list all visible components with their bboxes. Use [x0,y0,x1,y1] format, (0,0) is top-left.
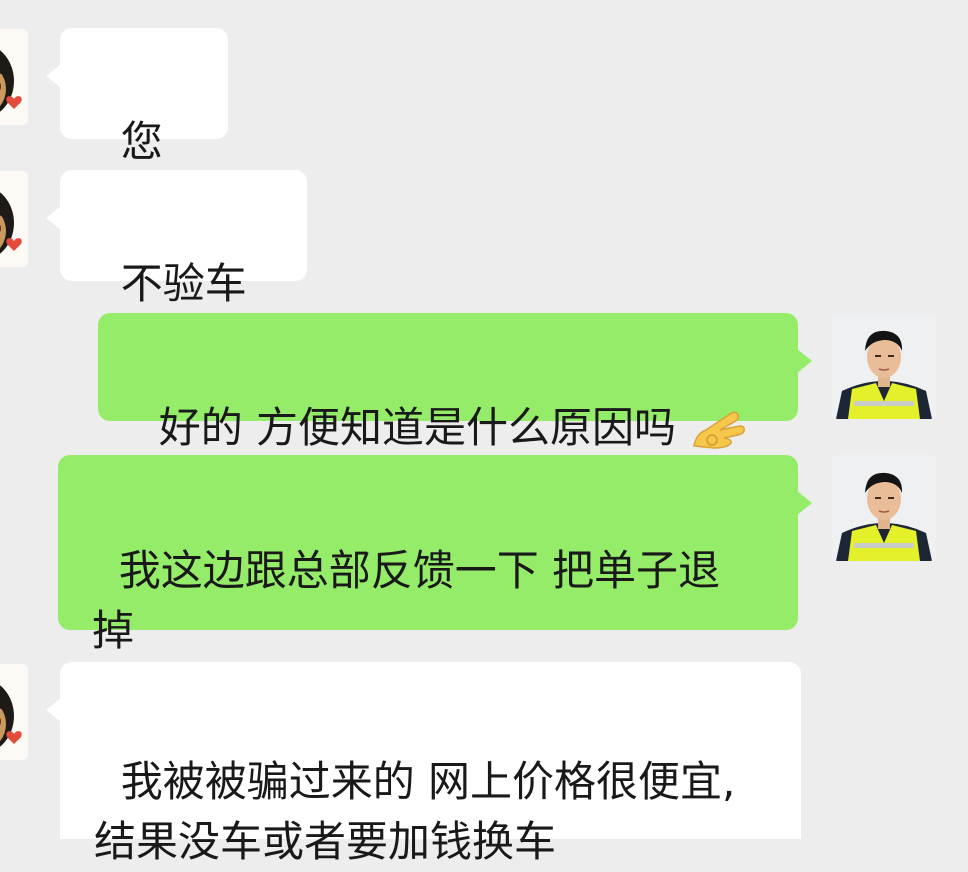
message-text: 我被被骗过来的 网上价格很便宜, 结果没车或者要加钱换车 [94,757,736,866]
incoming-message-bubble[interactable]: 您好 [46,28,228,226]
agent-avatar[interactable] [832,455,936,561]
incoming-message-bubble[interactable]: 我被被骗过来的 网上价格很便宜, 结果没车或者要加钱换车 [46,662,801,866]
outgoing-message-bubble[interactable]: 我这边跟总部反馈一下 把单子退 掉 [58,455,812,655]
contact-avatar[interactable] [0,29,28,125]
incoming-message-bubble[interactable]: 不验车了 [46,170,307,368]
contact-avatar[interactable] [0,171,28,267]
contact-avatar[interactable] [0,664,28,760]
outgoing-message-bubble[interactable]: 好的 方便知道是什么原因吗 [98,313,812,452]
message-text: 我这边跟总部反馈一下 把单子退 掉 [92,546,721,655]
message-text: 好的 方便知道是什么原因吗 [158,403,677,452]
agent-avatar[interactable] [832,313,936,419]
